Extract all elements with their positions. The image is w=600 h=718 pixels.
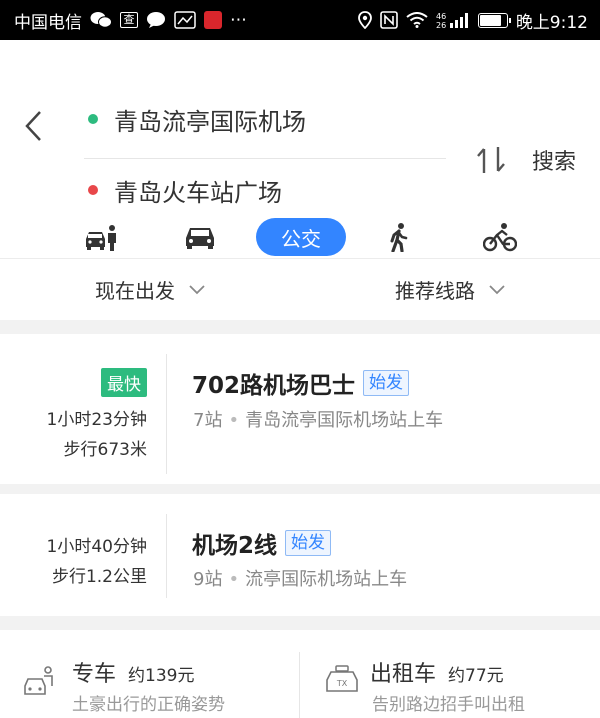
route-walk-distance: 步行673米 [63, 440, 147, 460]
line-name-text: 702路机场巴士 [192, 373, 356, 399]
clock: 晚上9:12 [515, 12, 588, 33]
premium-car-title-row: 专车 约139元 [72, 656, 194, 688]
origin-text: 青岛流亭国际机场 [114, 107, 306, 136]
walk-icon [390, 223, 408, 252]
origin-dot-icon [88, 114, 98, 124]
stop-count: 7站 [193, 410, 223, 431]
origin-station-tag: 始发 [285, 530, 332, 556]
nfc-icon [380, 11, 398, 29]
stops-info: 7站 • 青岛流亭国际机场站上车 [193, 406, 443, 432]
depart-time-dropdown[interactable]: 现在出发 [0, 259, 300, 320]
route-header: 青岛流亭国际机场 青岛火车站广场 搜索 公交 [0, 40, 600, 258]
boarding-station: 青岛流亭国际机场站上车 [245, 410, 444, 431]
battery-icon [477, 12, 511, 28]
card-divider [166, 514, 167, 598]
carrier-label: 中国电信 [14, 12, 82, 33]
separator-dot: • [228, 569, 240, 590]
red-app-icon [204, 11, 222, 29]
wechat-icon [90, 11, 112, 29]
sort-label: 推荐线路 [395, 279, 475, 303]
tab-bus[interactable]: 公交 [256, 218, 346, 256]
tab-bike[interactable] [482, 218, 518, 256]
premium-car-icon [24, 666, 53, 695]
sort-dropdown[interactable]: 推荐线路 [300, 259, 600, 320]
tab-drive-taxi[interactable] [82, 218, 120, 256]
app-notification-icon [174, 11, 196, 29]
taxi-icon-text: TX [336, 679, 348, 688]
taxi-title-row: 出租车 约77元 [370, 656, 504, 688]
more-notifications-icon: ⋯ [230, 10, 247, 30]
origin-field[interactable]: 青岛流亭国际机场 [84, 80, 446, 159]
car-icon [186, 228, 214, 249]
route-walk-distance: 步行1.2公里 [51, 567, 147, 587]
chevron-down-icon [489, 284, 505, 294]
taxi-slogan: 告别路边招手叫出租 [372, 695, 525, 715]
route-duration: 1小时23分钟 [46, 410, 147, 430]
search-badge-icon: 查 [120, 12, 138, 28]
separator-dot: • [228, 410, 240, 431]
premium-car-entry[interactable]: 专车 约139元 土豪出行的正确姿势 [0, 630, 299, 718]
depart-time-label: 现在出发 [95, 279, 175, 303]
search-button[interactable]: 搜索 [532, 144, 576, 176]
premium-car-title: 专车 [72, 662, 117, 687]
taxi-entry[interactable]: TX 出租车 约77元 告别路边招手叫出租 [300, 630, 600, 718]
route-card[interactable]: 1小时40分钟 步行1.2公里 机场2线 始发 9站 • 流亭国际机场站上车 [0, 494, 600, 616]
stop-count: 9站 [193, 569, 223, 590]
premium-car-price: 约139元 [128, 666, 195, 686]
stops-info: 9站 • 流亭国际机场站上车 [193, 565, 407, 591]
message-icon [146, 11, 166, 29]
back-icon[interactable] [24, 110, 44, 142]
taxi-icon: TX [326, 665, 358, 692]
tab-walk[interactable] [386, 218, 412, 256]
swap-icon[interactable] [474, 143, 508, 177]
destination-dot-icon [88, 185, 98, 195]
signal-icon: 46 26 [436, 11, 470, 29]
line-name-text: 机场2线 [192, 533, 278, 559]
tab-car[interactable] [182, 218, 218, 256]
travel-mode-tabs: 公交 [0, 196, 600, 258]
svg-text:46: 46 [436, 12, 446, 21]
filter-bar: 现在出发 推荐线路 [0, 258, 600, 320]
ride-services: 专车 约139元 土豪出行的正确姿势 TX 出租车 约77元 告别路边招手叫出租 [0, 630, 600, 718]
origin-station-tag: 始发 [363, 370, 410, 396]
bike-icon [483, 223, 517, 252]
boarding-station: 流亭国际机场站上车 [245, 569, 408, 590]
card-divider [166, 354, 167, 474]
chevron-down-icon [189, 284, 205, 294]
location-icon [357, 11, 372, 29]
line-name: 机场2线 始发 [192, 526, 332, 560]
taxi-price: 约77元 [448, 666, 504, 686]
fastest-badge: 最快 [101, 368, 147, 397]
status-bar: 中国电信 查 ⋯ 46 26 晚上9:12 [0, 0, 600, 40]
svg-text:26: 26 [436, 21, 446, 29]
line-name: 702路机场巴士 始发 [192, 366, 410, 400]
taxi-person-icon [86, 225, 116, 251]
wifi-icon [406, 12, 428, 28]
route-duration: 1小时40分钟 [46, 537, 147, 557]
status-right: 46 26 晚上9:12 [357, 8, 588, 33]
route-card[interactable]: 最快 1小时23分钟 步行673米 702路机场巴士 始发 7站 • 青岛流亭国际机… [0, 334, 600, 484]
status-left: 中国电信 查 ⋯ [14, 8, 247, 33]
premium-car-slogan: 土豪出行的正确姿势 [72, 695, 225, 715]
taxi-title: 出租车 [370, 662, 437, 687]
